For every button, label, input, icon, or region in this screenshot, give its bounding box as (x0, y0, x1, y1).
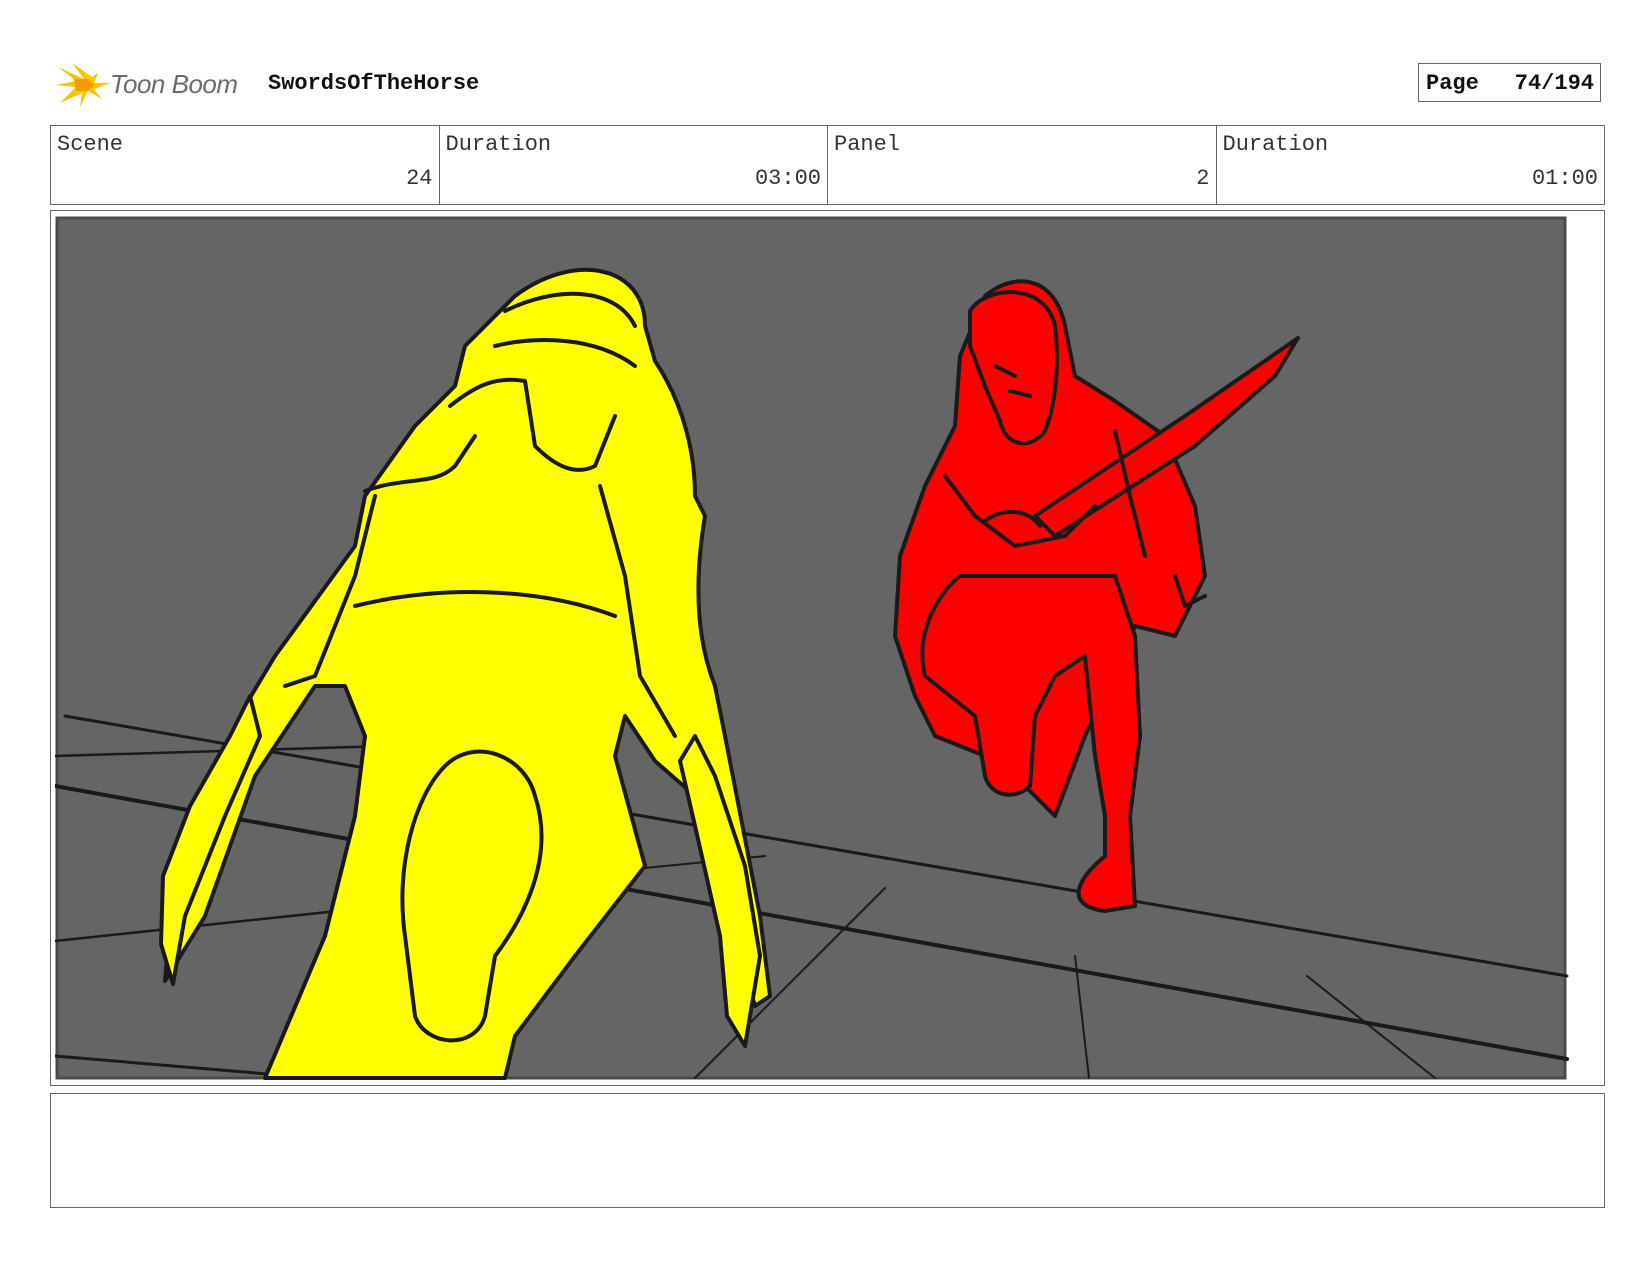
page-indicator: Page 74/194 (1418, 63, 1601, 102)
scene-info-table: Scene 24 Duration 03:00 Panel 2 Duration… (50, 125, 1605, 205)
scene-cell: Scene 24 (51, 126, 440, 204)
page-label: Page (1426, 71, 1479, 96)
scene-label: Scene (57, 132, 124, 157)
scene-duration-value: 03:00 (754, 166, 821, 191)
storyboard-panel (50, 210, 1605, 1086)
logo-text: Toon Boom (110, 69, 238, 99)
page-number: 74/194 (1514, 71, 1594, 96)
scene-duration-cell: Duration 03:00 (440, 126, 828, 204)
storyboard-header: Toon Boom SwordsOfTheHorse Page 74/194 (50, 55, 1605, 115)
panel-notes (50, 1093, 1605, 1208)
toon-boom-logo: Toon Boom (54, 57, 249, 113)
scene-value: 24 (406, 166, 433, 191)
panel-drawing (55, 216, 1599, 1080)
scene-duration-label: Duration (445, 132, 552, 157)
panel-value: 2 (1196, 166, 1210, 191)
panel-duration-value: 01:00 (1531, 166, 1598, 191)
panel-label: Panel (834, 132, 901, 157)
project-title: SwordsOfTheHorse (268, 71, 480, 96)
panel-cell: Panel 2 (828, 126, 1217, 204)
panel-duration-label: Duration (1222, 132, 1329, 157)
panel-duration-cell: Duration 01:00 (1217, 126, 1605, 204)
starburst-icon (56, 63, 110, 107)
